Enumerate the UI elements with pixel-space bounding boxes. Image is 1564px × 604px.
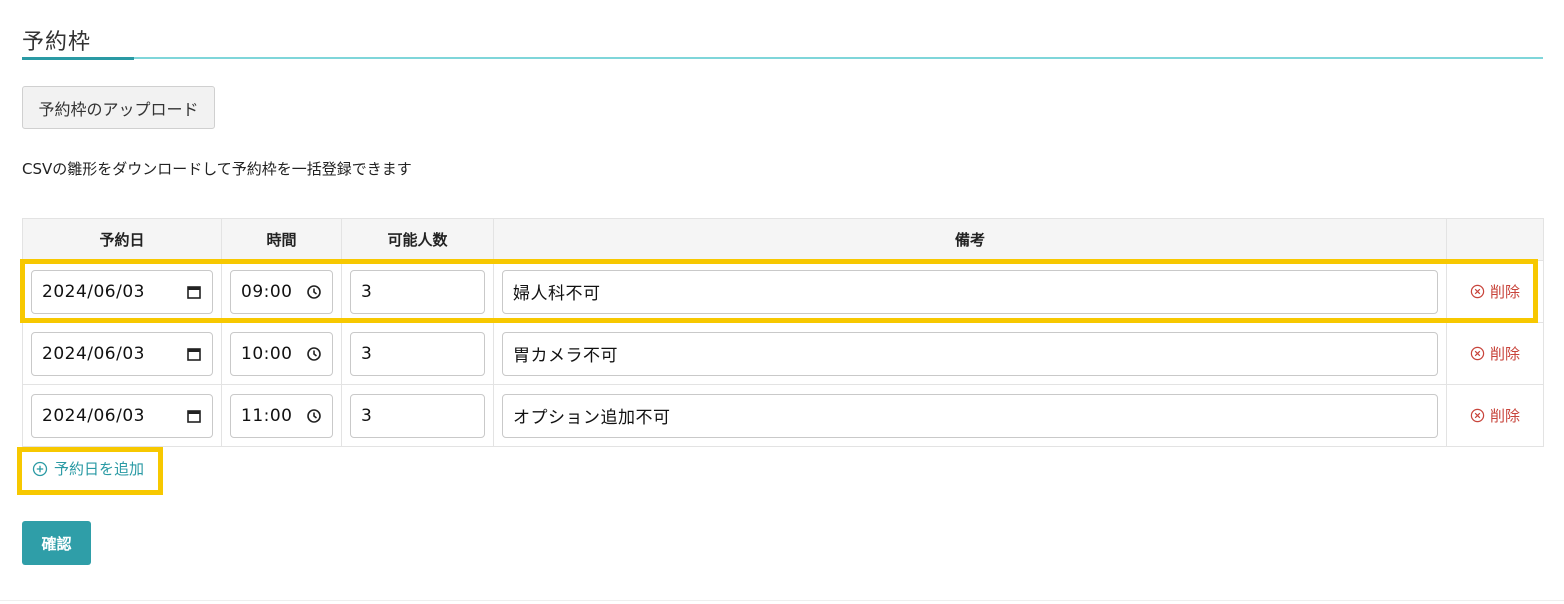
calendar-icon[interactable] [186, 408, 202, 424]
capacity-input[interactable]: 3 [350, 393, 485, 438]
header-capacity: 可能人数 [341, 218, 494, 261]
capacity-input[interactable]: 3 [350, 331, 485, 376]
date-value: 2024/06/03 [42, 343, 145, 364]
delete-button[interactable]: 削除 [1455, 281, 1535, 302]
note-value: オプション追加不可 [513, 408, 671, 428]
header-note: 備考 [493, 218, 1447, 261]
date-value: 2024/06/03 [42, 281, 145, 302]
date-input[interactable]: 2024/06/03 [31, 331, 213, 376]
calendar-icon[interactable] [186, 284, 202, 300]
slots-table: 予約日 時間 可能人数 備考 2024/06/03 09:00 3 婦人科不可 … [22, 218, 1544, 447]
capacity-input[interactable]: 3 [350, 269, 485, 314]
note-input[interactable]: 胃カメラ不可 [502, 331, 1438, 376]
note-value: 婦人科不可 [513, 284, 601, 304]
table-header-row: 予約日 時間 可能人数 備考 [22, 218, 1544, 261]
table-row: 2024/06/03 10:00 3 胃カメラ不可 削除 [22, 322, 1544, 385]
capacity-value: 3 [361, 281, 373, 302]
delete-label: 削除 [1489, 407, 1520, 425]
time-input[interactable]: 09:00 [230, 269, 333, 314]
clock-icon[interactable] [306, 346, 322, 362]
table-row: 2024/06/03 11:00 3 オプション追加不可 削除 [22, 384, 1544, 447]
circle-plus-icon [32, 461, 48, 476]
title-underline [22, 57, 1543, 60]
circle-x-icon [1470, 284, 1485, 299]
capacity-value: 3 [361, 405, 373, 426]
delete-label: 削除 [1489, 345, 1520, 363]
time-value: 09:00 [241, 281, 293, 302]
date-value: 2024/06/03 [42, 405, 145, 426]
capacity-value: 3 [361, 343, 373, 364]
clock-icon[interactable] [306, 284, 322, 300]
header-date: 予約日 [22, 218, 222, 261]
bottom-divider [0, 600, 1564, 601]
header-actions [1446, 218, 1544, 261]
header-time: 時間 [221, 218, 342, 261]
delete-button[interactable]: 削除 [1455, 405, 1535, 426]
add-date-label: 予約日を追加 [54, 460, 145, 478]
note-value: 胃カメラ不可 [513, 346, 618, 366]
time-value: 10:00 [241, 343, 293, 364]
date-input[interactable]: 2024/06/03 [31, 393, 213, 438]
confirm-button[interactable]: 確認 [22, 521, 91, 565]
csv-description: CSVの雛形をダウンロードして予約枠を一括登録できます [22, 160, 412, 178]
delete-label: 削除 [1489, 283, 1520, 301]
table-row: 2024/06/03 09:00 3 婦人科不可 削除 [22, 260, 1544, 323]
note-input[interactable]: 婦人科不可 [502, 269, 1438, 314]
delete-button[interactable]: 削除 [1455, 343, 1535, 364]
time-value: 11:00 [241, 405, 293, 426]
clock-icon[interactable] [306, 408, 322, 424]
date-input[interactable]: 2024/06/03 [31, 269, 213, 314]
calendar-icon[interactable] [186, 346, 202, 362]
upload-slots-button[interactable]: 予約枠のアップロード [22, 86, 215, 129]
note-input[interactable]: オプション追加不可 [502, 393, 1438, 438]
time-input[interactable]: 11:00 [230, 393, 333, 438]
circle-x-icon [1470, 346, 1485, 361]
time-input[interactable]: 10:00 [230, 331, 333, 376]
add-date-link[interactable]: 予約日を追加 [32, 458, 144, 479]
circle-x-icon [1470, 408, 1485, 423]
title-underline-accent [22, 57, 134, 60]
section-title: 予約枠 [22, 30, 92, 55]
